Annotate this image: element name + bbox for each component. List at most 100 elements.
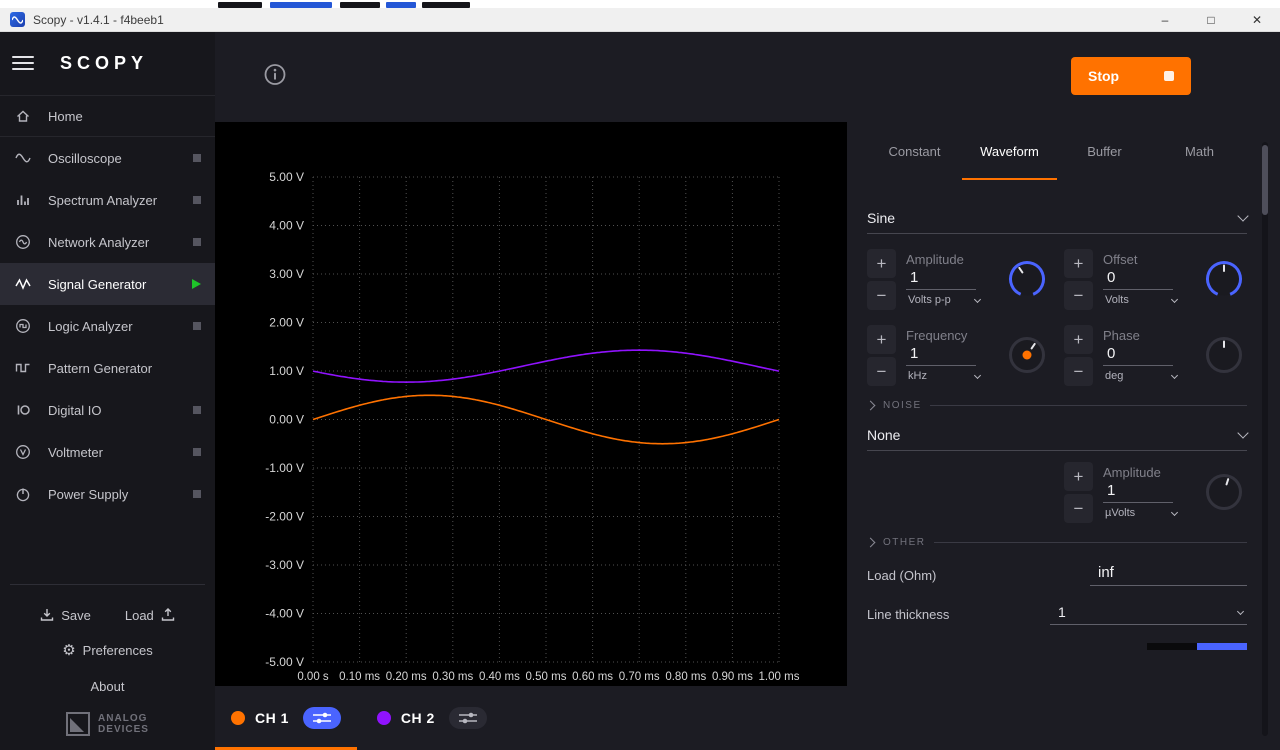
preferences-label: Preferences — [83, 643, 153, 658]
channel-2-label: CH 2 — [401, 710, 435, 726]
noise-section-header[interactable]: NOISE — [867, 400, 1247, 411]
amplitude-value-input[interactable]: 1 — [906, 269, 976, 290]
frequency-value-input[interactable]: 1 — [906, 345, 976, 366]
channel-1-toggle[interactable]: CH 1 — [231, 707, 377, 729]
sidebar-item-label: Digital IO — [48, 403, 101, 418]
noise-amplitude-unit-value: µVolts — [1105, 507, 1135, 519]
run-stop-button[interactable]: Stop — [1071, 57, 1191, 95]
sidebar-nav: Home Oscilloscope Spectrum Analyzer Netw… — [0, 95, 215, 515]
noise-amplitude-increment-button[interactable]: + — [1064, 462, 1093, 491]
sidebar-item-home[interactable]: Home — [0, 95, 215, 137]
sidebar-item-digital-io[interactable]: Digital IO — [0, 389, 215, 431]
instrument-stop-indicator[interactable] — [193, 406, 201, 414]
frequency-decrement-button[interactable]: − — [867, 357, 896, 386]
tab-waveform[interactable]: Waveform — [962, 122, 1057, 180]
offset-knob[interactable] — [1201, 256, 1247, 302]
instrument-stop-indicator[interactable] — [193, 448, 201, 456]
signal-generator-icon — [14, 276, 32, 292]
sidebar-item-label: Signal Generator — [48, 277, 146, 292]
amplitude-decrement-button[interactable]: − — [867, 281, 896, 310]
panel-scrollbar-thumb[interactable] — [1262, 145, 1268, 215]
offset-decrement-button[interactable]: − — [1064, 281, 1093, 310]
scopy-app-icon — [10, 12, 25, 27]
sidebar-header: SCOPY — [0, 32, 215, 94]
power-supply-icon — [14, 486, 32, 502]
channel-2-settings-button[interactable] — [449, 707, 487, 729]
section-divider — [934, 542, 1248, 543]
chevron-right-icon — [866, 401, 876, 411]
channel-1-color-dot — [231, 711, 245, 725]
svg-text:0.40 ms: 0.40 ms — [479, 671, 520, 683]
amplitude-label: Amplitude — [906, 252, 1004, 267]
noise-amplitude-knob[interactable] — [1201, 469, 1247, 515]
tab-constant[interactable]: Constant — [867, 122, 962, 180]
spectrum-analyzer-icon — [14, 192, 32, 208]
offset-value-input[interactable]: 0 — [1103, 269, 1173, 290]
amplitude-unit-dropdown[interactable]: Volts p-p — [906, 294, 980, 306]
phase-unit-dropdown[interactable]: deg — [1103, 370, 1177, 382]
other-section-header[interactable]: OTHER — [867, 537, 1247, 548]
frequency-unit-dropdown[interactable]: kHz — [906, 370, 980, 382]
sidebar-item-network-analyzer[interactable]: Network Analyzer — [0, 221, 215, 263]
channel-1-settings-button[interactable] — [303, 707, 341, 729]
chevron-down-icon — [1171, 371, 1178, 378]
sidebar-item-oscilloscope[interactable]: Oscilloscope — [0, 137, 215, 179]
svg-text:0.00 s: 0.00 s — [297, 671, 329, 683]
chevron-down-icon — [1237, 427, 1248, 438]
sidebar-item-power-supply[interactable]: Power Supply — [0, 473, 215, 515]
noise-amplitude-unit-dropdown[interactable]: µVolts — [1103, 507, 1177, 519]
amplitude-increment-button[interactable]: + — [867, 249, 896, 278]
maximize-button[interactable]: □ — [1188, 8, 1234, 32]
amplitude-knob[interactable] — [1004, 256, 1050, 302]
about-button[interactable]: About — [0, 679, 215, 694]
instrument-stop-indicator[interactable] — [193, 322, 201, 330]
instrument-stop-indicator[interactable] — [193, 238, 201, 246]
tab-math[interactable]: Math — [1152, 122, 1247, 180]
save-button[interactable]: Save — [39, 607, 91, 623]
sidebar-item-signal-generator[interactable]: Signal Generator — [0, 263, 215, 305]
menu-toggle-button[interactable] — [12, 56, 34, 70]
instrument-running-indicator[interactable] — [192, 279, 201, 289]
tab-buffer[interactable]: Buffer — [1057, 122, 1152, 180]
clipped-background-page — [0, 0, 1280, 8]
load-button[interactable]: Load — [125, 607, 176, 623]
sidebar-item-label: Voltmeter — [48, 445, 103, 460]
line-thickness-dropdown[interactable]: 1 — [1050, 604, 1247, 625]
frequency-increment-button[interactable]: + — [867, 325, 896, 354]
sidebar-item-pattern-generator[interactable]: Pattern Generator — [0, 347, 215, 389]
offset-unit-dropdown[interactable]: Volts — [1103, 294, 1177, 306]
phase-knob[interactable] — [1201, 332, 1247, 378]
offset-increment-button[interactable]: + — [1064, 249, 1093, 278]
sidebar-item-logic-analyzer[interactable]: Logic Analyzer — [0, 305, 215, 347]
window-title: Scopy - v1.4.1 - f4beeb1 — [33, 13, 164, 27]
phase-value-input[interactable]: 0 — [1103, 345, 1173, 366]
phase-decrement-button[interactable]: − — [1064, 357, 1093, 386]
frequency-unit-value: kHz — [908, 370, 927, 382]
close-button[interactable]: ✕ — [1234, 8, 1280, 32]
chevron-right-icon — [866, 538, 876, 548]
noise-amplitude-label: Amplitude — [1103, 465, 1201, 480]
channel-2-toggle[interactable]: CH 2 — [377, 707, 523, 729]
info-button[interactable] — [264, 64, 286, 91]
sidebar-item-voltmeter[interactable]: Voltmeter — [0, 431, 215, 473]
load-value-input[interactable]: inf — [1090, 564, 1247, 586]
sidebar-item-label: Pattern Generator — [48, 361, 152, 376]
info-icon — [264, 64, 286, 86]
panel-horizontal-slider[interactable] — [1147, 643, 1247, 650]
minimize-button[interactable]: – — [1142, 8, 1188, 32]
noise-type-dropdown[interactable]: None — [867, 419, 1247, 451]
instrument-stop-indicator[interactable] — [193, 490, 201, 498]
noise-amplitude-decrement-button[interactable]: − — [1064, 494, 1093, 523]
sidebar-item-spectrum-analyzer[interactable]: Spectrum Analyzer — [0, 179, 215, 221]
spacer — [867, 459, 1050, 525]
load-row: Load (Ohm) inf — [867, 564, 1247, 586]
phase-increment-button[interactable]: + — [1064, 325, 1093, 354]
wave-type-dropdown[interactable]: Sine — [867, 202, 1247, 234]
preferences-button[interactable]: ⚙ Preferences — [0, 641, 215, 659]
noise-amplitude-value-input[interactable]: 1 — [1103, 482, 1173, 503]
frequency-knob[interactable] — [1004, 332, 1050, 378]
svg-text:0.90 ms: 0.90 ms — [712, 671, 753, 683]
instrument-stop-indicator[interactable] — [193, 196, 201, 204]
instrument-stop-indicator[interactable] — [193, 154, 201, 162]
footer-divider — [10, 584, 205, 585]
